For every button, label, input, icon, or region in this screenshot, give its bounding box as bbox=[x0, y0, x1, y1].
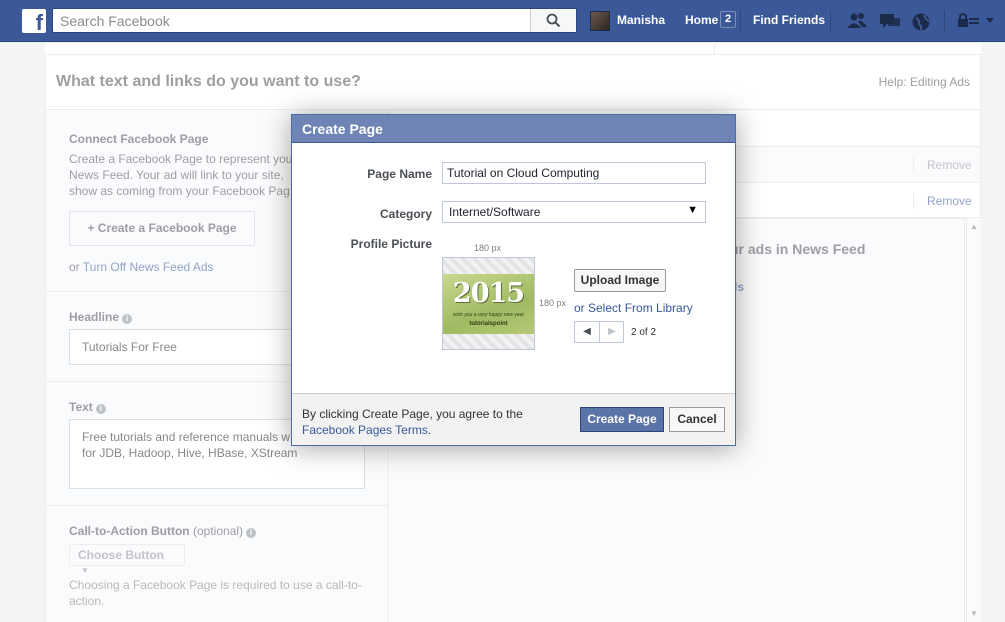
user-name-link[interactable]: Manisha bbox=[617, 13, 665, 27]
messages-icon[interactable] bbox=[879, 12, 901, 30]
image-width-hint: 180 px bbox=[474, 243, 502, 253]
profile-picture-label: Profile Picture bbox=[350, 237, 432, 251]
profile-link[interactable] bbox=[590, 11, 610, 31]
category-value: Internet/Software bbox=[449, 205, 541, 219]
search-button[interactable] bbox=[530, 9, 576, 32]
search-icon bbox=[546, 13, 561, 28]
nav-divider bbox=[740, 10, 741, 32]
search-box bbox=[52, 8, 577, 33]
page-name-input[interactable] bbox=[442, 162, 706, 184]
find-friends-link[interactable]: Find Friends bbox=[753, 13, 825, 27]
home-link[interactable]: Home bbox=[685, 13, 718, 27]
dialog-title: Create Page bbox=[292, 115, 735, 143]
create-page-button[interactable]: Create Page bbox=[580, 407, 664, 432]
profile-image: 2015 wish you a very happy new year tuto… bbox=[443, 274, 534, 334]
privacy-lock-icon[interactable] bbox=[957, 12, 969, 28]
nav-divider bbox=[830, 10, 831, 32]
image-height-hint: 180 px bbox=[539, 298, 567, 308]
page-name-label: Page Name bbox=[367, 167, 432, 181]
image-tagline: wish you a very happy new year bbox=[452, 312, 525, 318]
profile-picture-preview: 2015 wish you a very happy new year tuto… bbox=[442, 257, 535, 350]
create-page-dialog: Create Page Page Name Category Internet/… bbox=[291, 114, 736, 446]
image-year-text: 2015 bbox=[452, 278, 525, 309]
friend-requests-icon[interactable] bbox=[846, 12, 868, 30]
category-label: Category bbox=[379, 207, 432, 221]
avatar bbox=[590, 11, 610, 31]
terms-text: By clicking Create Page, you agree to th… bbox=[302, 407, 523, 421]
cancel-button[interactable]: Cancel bbox=[669, 407, 725, 432]
chevron-down-icon: ▼ bbox=[687, 204, 698, 216]
image-pager-count: 2 of 2 bbox=[631, 327, 657, 338]
account-dropdown-icon[interactable] bbox=[986, 18, 994, 24]
select-from-library-link[interactable]: or Select From Library bbox=[574, 301, 693, 315]
previous-image-button[interactable]: ◀ bbox=[575, 322, 600, 342]
home-count-badge: 2 bbox=[720, 11, 736, 28]
menu-icon[interactable] bbox=[969, 13, 979, 27]
dialog-footer: By clicking Create Page, you agree to th… bbox=[292, 393, 735, 445]
upload-image-button[interactable]: Upload Image bbox=[574, 269, 666, 292]
facebook-pages-terms-link[interactable]: Facebook Pages Terms bbox=[302, 423, 428, 437]
terms-notice: By clicking Create Page, you agree to th… bbox=[302, 406, 552, 438]
image-pager: ◀ ▶ bbox=[574, 321, 624, 343]
top-bar: f Manisha Home 2 Find Friends bbox=[0, 0, 1005, 42]
terms-end: . bbox=[427, 423, 432, 437]
search-input[interactable] bbox=[53, 9, 523, 32]
image-brand: tutorialspoint bbox=[469, 321, 508, 327]
next-image-button[interactable]: ▶ bbox=[600, 322, 624, 342]
category-select[interactable]: Internet/Software ▼ bbox=[442, 201, 706, 223]
nav-divider bbox=[944, 10, 945, 32]
arrow-right-icon: ▶ bbox=[608, 326, 616, 337]
facebook-logo[interactable]: f bbox=[22, 9, 46, 33]
arrow-left-icon: ◀ bbox=[583, 326, 591, 337]
notifications-globe-icon[interactable] bbox=[911, 12, 931, 32]
